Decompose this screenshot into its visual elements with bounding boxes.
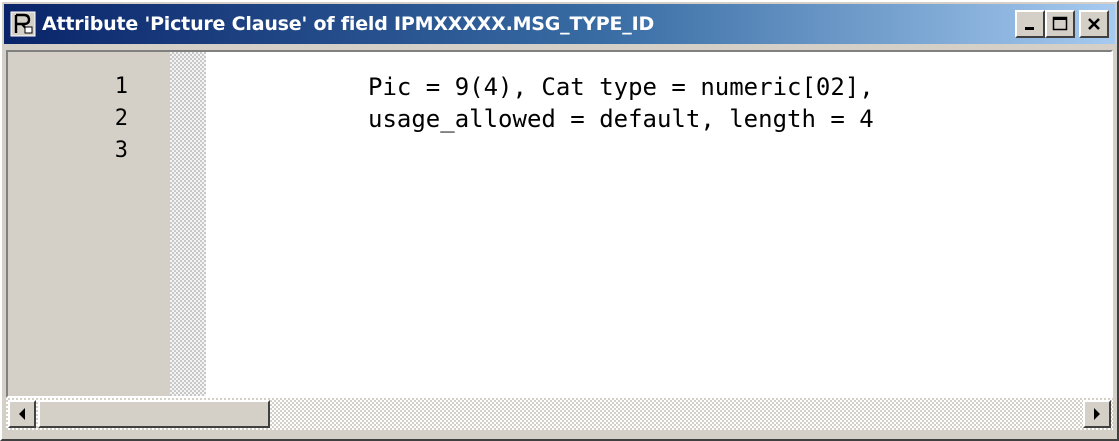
close-icon xyxy=(1088,18,1100,30)
line-number: 3 xyxy=(114,138,128,163)
line-number-gutter xyxy=(8,52,170,396)
fold-margin xyxy=(170,52,206,396)
object-browser-icon xyxy=(10,11,36,37)
scroll-left-button[interactable] xyxy=(8,400,36,428)
scroll-right-button[interactable] xyxy=(1083,400,1111,428)
code-line[interactable]: Pic = 9(4), Cat type = numeric[02], xyxy=(368,73,874,101)
maximize-button[interactable] xyxy=(1045,10,1075,38)
attribute-window: Attribute 'Picture Clause' of field IPMX… xyxy=(0,0,1119,441)
scroll-thumb[interactable] xyxy=(38,400,270,428)
close-button[interactable] xyxy=(1079,10,1109,38)
line-number: 1 xyxy=(114,74,128,99)
arrow-right-icon xyxy=(1094,408,1100,420)
minimize-icon xyxy=(1025,27,1034,30)
title-bar[interactable]: Attribute 'Picture Clause' of field IPMX… xyxy=(4,4,1115,44)
horizontal-scrollbar[interactable] xyxy=(6,398,1113,430)
window-title: Attribute 'Picture Clause' of field IPMX… xyxy=(42,13,655,35)
line-number: 2 xyxy=(114,106,128,131)
code-line[interactable]: usage_allowed = default, length = 4 xyxy=(368,105,874,133)
arrow-left-icon xyxy=(19,408,25,420)
code-editor[interactable]: 1 2 3 Pic = 9(4), Cat type = numeric[02]… xyxy=(6,50,1113,398)
minimize-button[interactable] xyxy=(1015,10,1045,38)
maximize-icon xyxy=(1052,16,1068,31)
window-controls xyxy=(1015,10,1109,38)
